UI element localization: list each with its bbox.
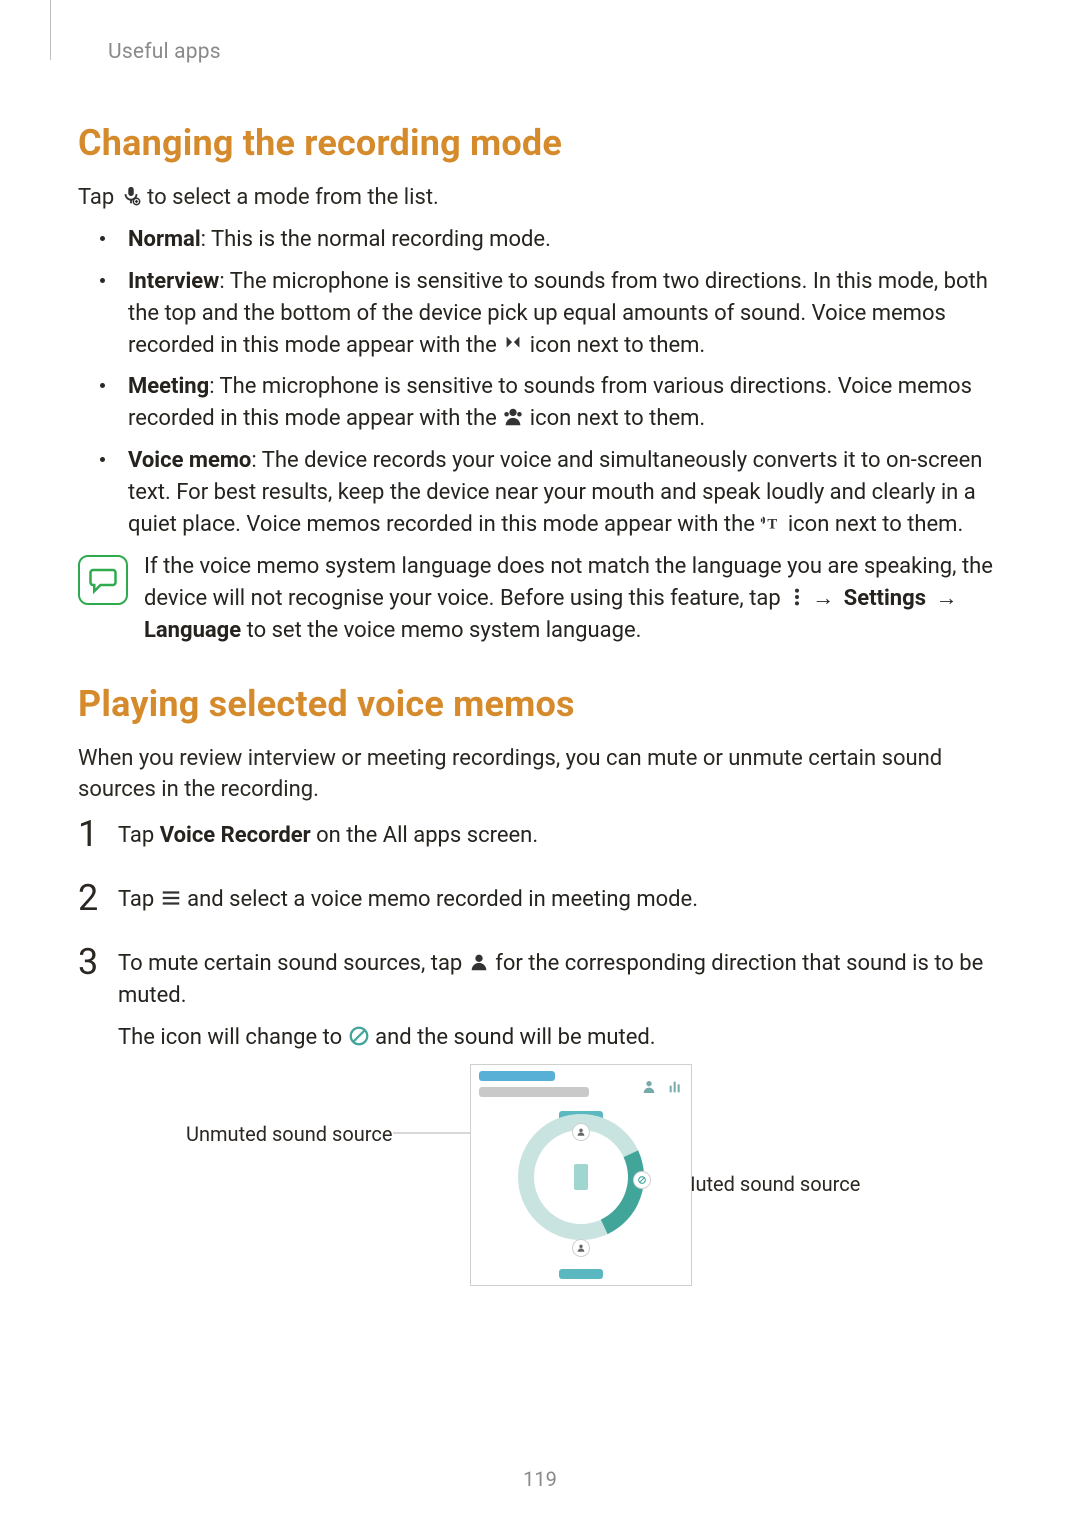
left-margin-rule [50, 0, 51, 60]
speech-bubble-icon [78, 555, 128, 605]
step1-text-a: Tap [118, 823, 160, 848]
blurred-bottom-label [559, 1269, 603, 1279]
page-number: 119 [523, 1467, 557, 1491]
step3-text-c-b: and the sound will be muted. [370, 1025, 656, 1050]
step1-text-b: on the All apps screen. [311, 823, 538, 848]
note-language-label: Language [144, 618, 241, 643]
callout-muted: Muted sound source [678, 1170, 860, 1199]
person-group-icon [641, 1073, 657, 1089]
section-heading-playing-memos: Playing selected voice memos [78, 683, 1002, 725]
mode-label-meeting: Meeting [128, 374, 209, 399]
arrow-icon: → [812, 583, 834, 615]
person-group-icon [502, 406, 524, 428]
step3-text-a: To mute certain sound sources, tap [118, 951, 468, 976]
voice-to-text-icon: T [760, 512, 782, 534]
step2-text-b: and select a voice memo recorded in meet… [182, 887, 698, 912]
blurred-title [479, 1071, 555, 1081]
mode-label-voicememo: Voice memo [128, 448, 251, 473]
step-number: 3 [78, 944, 104, 980]
document-page: Useful apps Changing the recording mode … [0, 0, 1080, 1334]
steps-list: 1 Tap Voice Recorder on the All apps scr… [78, 820, 1002, 1333]
note-text-b: to set the voice memo system language. [241, 618, 641, 643]
step3-text-c-a: The icon will change to [118, 1025, 348, 1050]
sound-source-right-muted [633, 1171, 651, 1189]
sound-source-bottom [572, 1239, 590, 1257]
mode-label-normal: Normal [128, 227, 201, 252]
figure-meeting-playback: Unmuted sound source Muted sound source [118, 1064, 1002, 1334]
device-screenshot [470, 1064, 692, 1286]
person-icon [468, 951, 490, 973]
more-options-vertical-icon [786, 586, 808, 608]
intro-text-pre: Tap [78, 185, 120, 210]
section-heading-recording-mode: Changing the recording mode [78, 122, 1002, 164]
step-3: 3 To mute certain sound sources, tap for… [78, 948, 1002, 1334]
device-header [471, 1065, 691, 1109]
note-text: If the voice memo system language does n… [144, 551, 1002, 647]
list-item: Normal: This is the normal recording mod… [82, 224, 1002, 256]
mode-text-meeting-b: icon next to them. [524, 406, 705, 431]
note-block: If the voice memo system language does n… [78, 551, 1002, 647]
note-settings-label: Settings [844, 586, 926, 611]
mode-text-interview-b: icon next to them. [524, 333, 705, 358]
mode-text-voicememo-b: icon next to them. [782, 512, 963, 537]
section2-intro: When you review interview or meeting rec… [78, 743, 1002, 807]
list-item: Interview: The microphone is sensitive t… [82, 266, 1002, 362]
equalizer-icon [667, 1073, 683, 1089]
list-item: Voice memo: The device records your voic… [82, 445, 1002, 541]
step-2: 2 Tap and select a voice memo recorded i… [78, 884, 1002, 926]
pause-indicator [574, 1164, 588, 1190]
list-menu-icon [160, 887, 182, 909]
step-number: 1 [78, 816, 104, 852]
sound-source-top [572, 1123, 590, 1141]
mic-settings-icon [120, 185, 142, 207]
mode-list: Normal: This is the normal recording mod… [78, 224, 1002, 541]
step-number: 2 [78, 880, 104, 916]
intro-paragraph: Tap to select a mode from the list. [78, 182, 1002, 214]
callout-unmuted: Unmuted sound source [186, 1120, 392, 1149]
step-body: Tap and select a voice memo recorded in … [118, 884, 1002, 926]
step-1: 1 Tap Voice Recorder on the All apps scr… [78, 820, 1002, 862]
intro-text-post: to select a mode from the list. [147, 185, 439, 210]
arrow-icon: → [935, 583, 957, 615]
muted-circle-icon [348, 1025, 370, 1047]
step2-text-a: Tap [118, 887, 160, 912]
mode-label-interview: Interview [128, 269, 219, 294]
step-body: To mute certain sound sources, tap for t… [118, 948, 1002, 1334]
list-item: Meeting: The microphone is sensitive to … [82, 371, 1002, 435]
step1-bold: Voice Recorder [160, 823, 311, 848]
mode-text-normal: : This is the normal recording mode. [201, 227, 551, 252]
interview-mics-icon [502, 333, 524, 355]
running-header: Useful apps [108, 40, 1002, 64]
blurred-subtitle [479, 1087, 589, 1097]
svg-text:T: T [768, 517, 778, 533]
step-body: Tap Voice Recorder on the All apps scree… [118, 820, 1002, 862]
